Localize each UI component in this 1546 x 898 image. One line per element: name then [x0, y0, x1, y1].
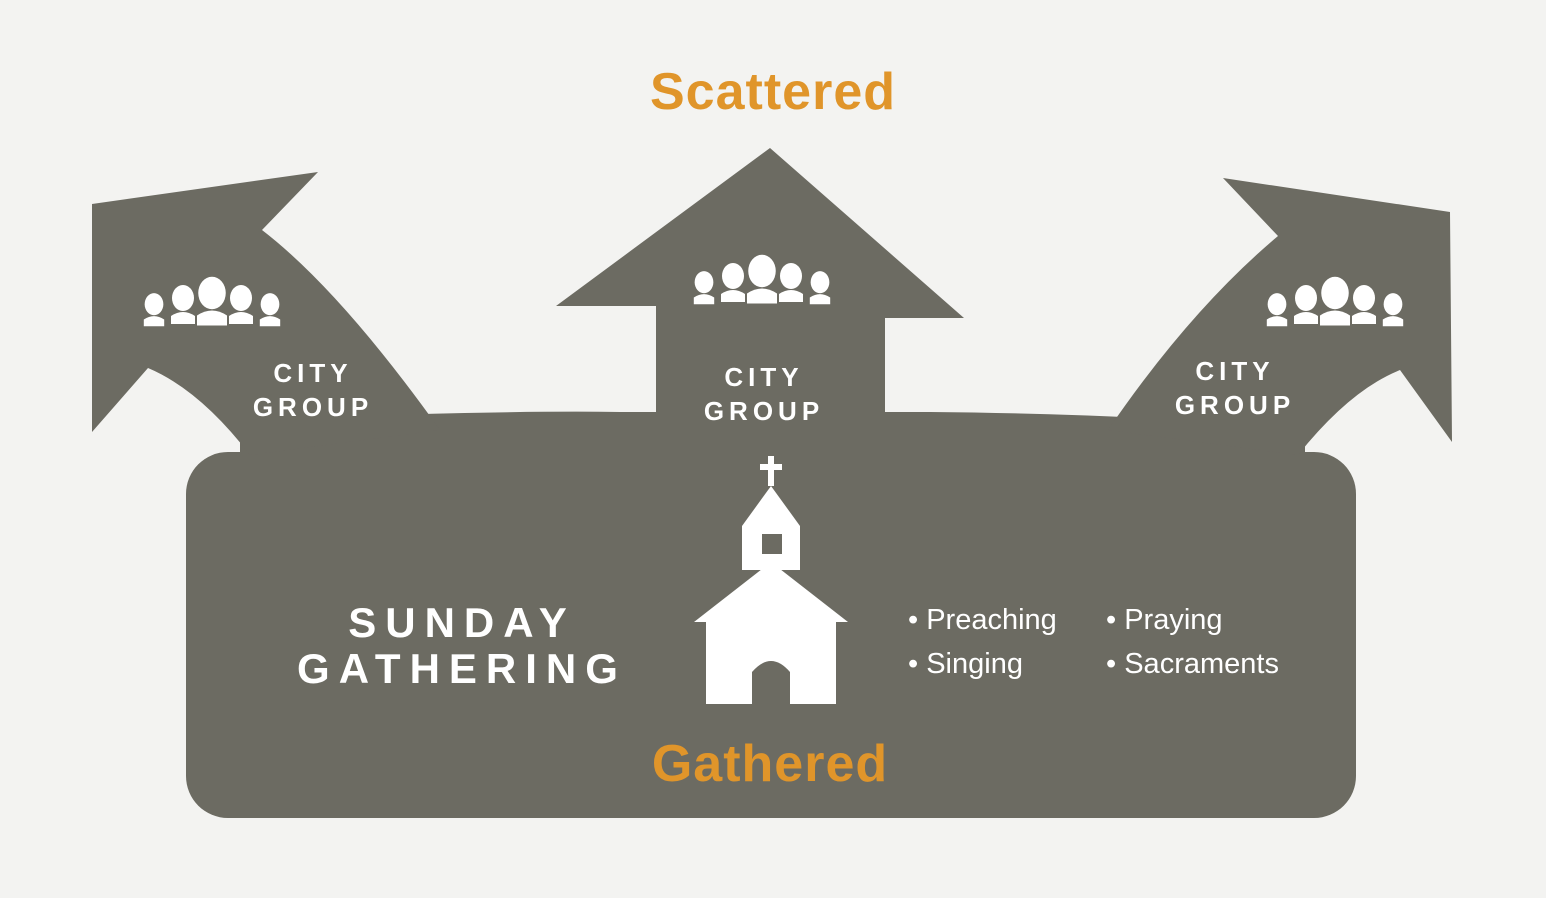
city-group-label-right: CITY GROUP — [1135, 354, 1335, 422]
city-group-label-left: CITY GROUP — [213, 356, 413, 424]
diagram: Scattered CITY GROUP CITY GROUP CITY GRO… — [0, 0, 1546, 898]
activity-item: Preaching — [908, 598, 1057, 642]
city-group-line1: CITY — [724, 362, 804, 392]
activities-left: Preaching Singing — [908, 598, 1057, 686]
sunday-line2: GATHERING — [297, 645, 627, 692]
sunday-gathering-label: SUNDAY GATHERING — [262, 600, 662, 692]
city-group-line2: GROUP — [1174, 390, 1296, 420]
activities-right: Praying Sacraments — [1106, 598, 1279, 686]
city-group-line1: CITY — [1195, 356, 1275, 386]
city-group-label-center: CITY GROUP — [664, 360, 864, 428]
activity-item: Sacraments — [1106, 642, 1279, 686]
city-group-line2: GROUP — [252, 392, 374, 422]
city-group-line1: CITY — [273, 358, 353, 388]
activity-item: Praying — [1106, 598, 1279, 642]
sunday-line1: SUNDAY — [348, 599, 576, 646]
scattered-title: Scattered — [650, 63, 896, 121]
gathered-title: Gathered — [651, 735, 889, 793]
city-group-line2: GROUP — [703, 396, 825, 426]
activity-item: Singing — [908, 642, 1057, 686]
